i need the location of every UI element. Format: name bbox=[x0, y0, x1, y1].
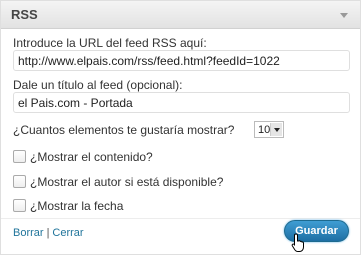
show-content-label: ¿Mostrar el contenido? bbox=[30, 150, 153, 164]
widget-header[interactable]: RSS bbox=[1, 1, 360, 29]
item-count-select[interactable]: 10 bbox=[254, 121, 284, 138]
url-label: Introduce la URL del feed RSS aquí: bbox=[13, 36, 207, 50]
show-date-checkbox[interactable] bbox=[13, 199, 26, 212]
title-label: Dale un título al feed (opcional): bbox=[13, 78, 183, 92]
footer-divider bbox=[1, 218, 360, 219]
close-link[interactable]: Cerrar bbox=[52, 227, 83, 239]
show-date-label: ¿Mostrar la fecha bbox=[30, 199, 124, 213]
feed-title-input[interactable] bbox=[13, 92, 350, 113]
delete-link[interactable]: Borrar bbox=[13, 227, 44, 239]
show-author-checkbox[interactable] bbox=[13, 175, 26, 188]
footer-links: Borrar | Cerrar bbox=[13, 227, 84, 239]
rss-widget: RSS Introduce la URL del feed RSS aquí: … bbox=[0, 0, 361, 255]
dropdown-arrow-icon[interactable] bbox=[270, 123, 282, 136]
show-content-checkbox[interactable] bbox=[13, 150, 26, 163]
hand-cursor-icon bbox=[291, 233, 304, 252]
feed-url-input[interactable] bbox=[13, 50, 350, 71]
show-author-label: ¿Mostrar el autor si está disponible? bbox=[30, 175, 224, 189]
widget-title: RSS bbox=[11, 7, 38, 22]
item-count-value: 10 bbox=[258, 124, 271, 136]
triangle-down-icon[interactable] bbox=[336, 7, 352, 23]
item-count-label: ¿Cuantos elementos te gustaría mostrar? bbox=[13, 123, 235, 137]
